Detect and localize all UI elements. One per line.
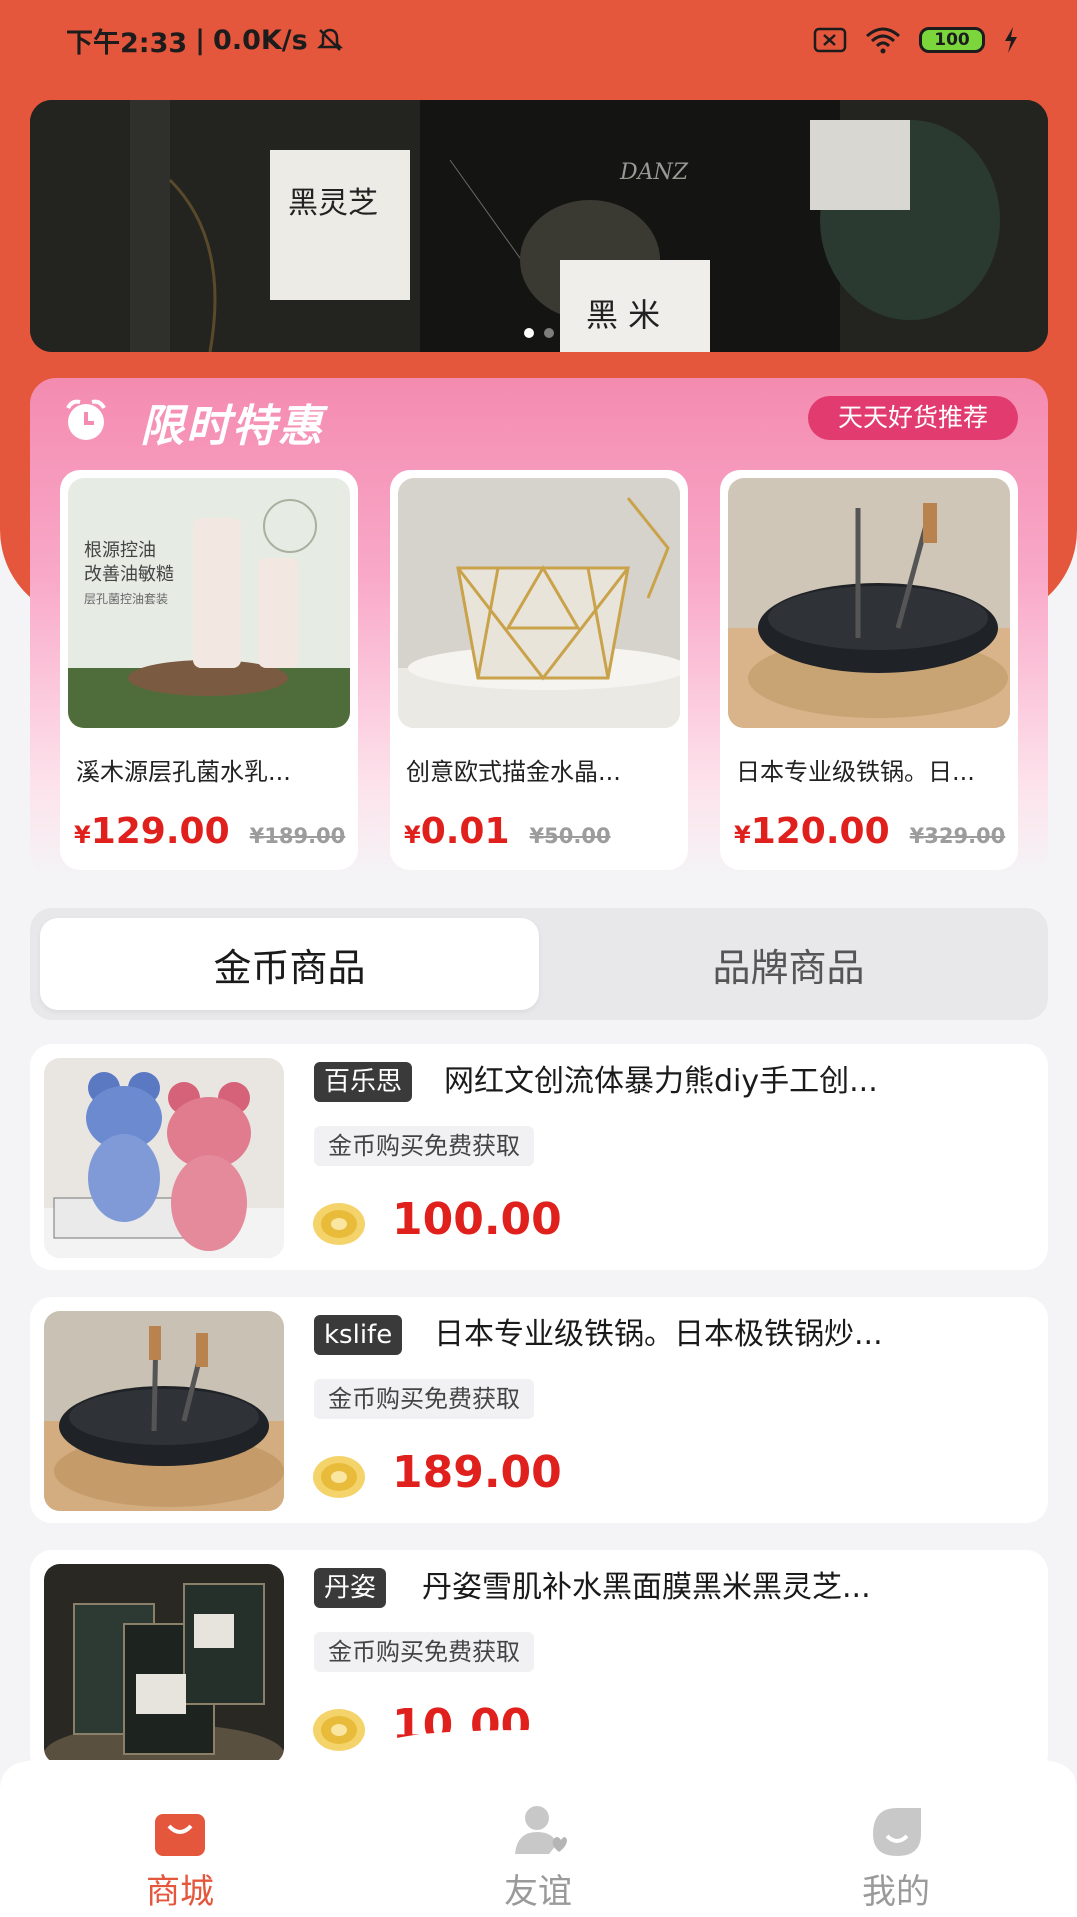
network-speed: 0.0K/s: [213, 24, 308, 56]
sim-x-icon: [813, 27, 847, 53]
product-price: 100.00: [392, 1194, 562, 1245]
deal-card[interactable]: 创意欧式描金水晶... ¥0.01 ¥50.00: [390, 470, 688, 870]
deal-image-text-2: 改善油敏糙: [84, 564, 174, 585]
deal-original-price: ¥329.00: [909, 824, 1006, 848]
deal-image: [398, 478, 680, 728]
deal-price: ¥120.00: [734, 811, 890, 852]
brand-badge: 百乐思: [314, 1062, 413, 1102]
deal-prices: ¥120.00 ¥329.00: [734, 811, 1006, 852]
daily-recommend-button[interactable]: 天天好货推荐: [807, 396, 1018, 440]
product-name: 网红文创流体暴力熊diy手工创...: [444, 1064, 878, 1099]
banner-label-2: 黑 米: [586, 296, 661, 334]
deal-price: ¥129.00: [74, 811, 230, 852]
alarm-clock-icon: [66, 399, 106, 440]
promo-banner[interactable]: 黑灵芝 黑 米 DANZ: [30, 100, 1048, 352]
banner-pagination: [524, 328, 554, 338]
coin-purchase-tag: 金币购买免费获取: [314, 1632, 534, 1672]
product-image: [44, 1311, 284, 1511]
status-time: 下午2:33: [66, 27, 188, 59]
product-card[interactable]: kslife 日本专业级铁锅。日本极铁锅炒... 金币购买免费获取 189.00: [30, 1297, 1048, 1523]
profile-face-icon: [873, 1808, 921, 1856]
iron-wok-image: [44, 1311, 284, 1511]
tab-coin-products[interactable]: 金币商品: [40, 918, 539, 1010]
deal-original-price: ¥50.00: [529, 824, 611, 848]
deal-card[interactable]: 日本专业级铁锅。日... ¥120.00 ¥329.00: [720, 470, 1018, 870]
bottom-navigation: 商城 友谊 我的: [0, 1730, 1077, 1917]
product-price: 189.00: [392, 1447, 562, 1498]
deal-name: 溪木源层孔菌水乳...: [76, 758, 291, 786]
banner-image: [30, 100, 1048, 352]
brand-badge: 丹姿: [314, 1568, 387, 1608]
deal-image-text-3: 层孔菌控油套装: [84, 592, 169, 606]
deal-image: 根源控油 改善油敏糙 层孔菌控油套装: [68, 478, 350, 728]
nav-label-profile: 我的: [862, 1872, 930, 1912]
product-card[interactable]: 百乐思 网红文创流体暴力熊diy手工创... 金币购买免费获取 100.00: [30, 1044, 1048, 1270]
banner-label-1: 黑灵芝: [288, 186, 378, 221]
coin-purchase-tag: 金币购买免费获取: [314, 1126, 534, 1166]
deal-prices: ¥0.01 ¥50.00: [404, 811, 674, 852]
mute-bell-icon: [316, 28, 343, 51]
fluid-bear-image: [44, 1058, 284, 1258]
flash-sale-header: 限时特惠 天天好货推荐: [30, 378, 1048, 458]
deal-image: [728, 478, 1010, 728]
flash-sale-section: 限时特惠 天天好货推荐 根源控油 改善油敏糙 层孔菌控油套装 溪木源层孔菌水乳.…: [30, 378, 1048, 878]
wifi-icon: [866, 27, 900, 54]
status-right: 100: [813, 26, 1019, 54]
deal-name: 日本专业级铁锅。日...: [736, 758, 975, 786]
deal-prices: ¥129.00 ¥189.00: [74, 811, 346, 852]
banner-brand: DANZ: [620, 160, 689, 185]
pagination-dot: [524, 328, 534, 338]
product-name: 丹姿雪肌补水黑面膜黑米黑灵芝...: [422, 1570, 871, 1605]
status-bar: 下午2:33 | 0.0K/s 100: [0, 0, 1077, 80]
charging-bolt-icon: [1005, 27, 1017, 53]
pagination-dot: [544, 328, 554, 338]
coin-purchase-tag: 金币购买免费获取: [314, 1379, 534, 1419]
shopping-bag-icon: [155, 1814, 205, 1856]
gold-coin-icon: [313, 1203, 365, 1245]
deal-image-text-1: 根源控油: [84, 540, 156, 561]
tab-brand-products[interactable]: 品牌商品: [539, 918, 1038, 1010]
nav-item-profile[interactable]: 我的: [796, 1804, 996, 1913]
product-name: 日本专业级铁锅。日本极铁锅炒...: [434, 1317, 883, 1352]
gold-coin-icon: [313, 1456, 365, 1498]
deal-name: 创意欧式描金水晶...: [406, 758, 621, 786]
nav-label-friendship: 友谊: [504, 1872, 572, 1912]
deal-card[interactable]: 根源控油 改善油敏糙 层孔菌控油套装 溪木源层孔菌水乳... ¥129.00 ¥…: [60, 470, 358, 870]
brand-badge: kslife: [314, 1315, 403, 1355]
flash-sale-title: 限时特惠: [140, 401, 324, 452]
nav-label-mall: 商城: [146, 1872, 214, 1912]
crystal-glass-image: [398, 478, 680, 728]
battery-indicator: 100: [919, 27, 985, 53]
product-image: [44, 1058, 284, 1258]
status-left: 下午2:33 | 0.0K/s: [66, 21, 344, 60]
deal-original-price: ¥189.00: [249, 824, 346, 848]
iron-wok-image: [728, 478, 1010, 728]
nav-item-friendship[interactable]: 友谊: [438, 1804, 638, 1913]
product-tabs: 金币商品 品牌商品: [30, 908, 1048, 1020]
user-heart-icon: [515, 1806, 567, 1854]
nav-item-mall[interactable]: 商城: [80, 1804, 280, 1913]
deal-price: ¥0.01: [404, 811, 510, 852]
